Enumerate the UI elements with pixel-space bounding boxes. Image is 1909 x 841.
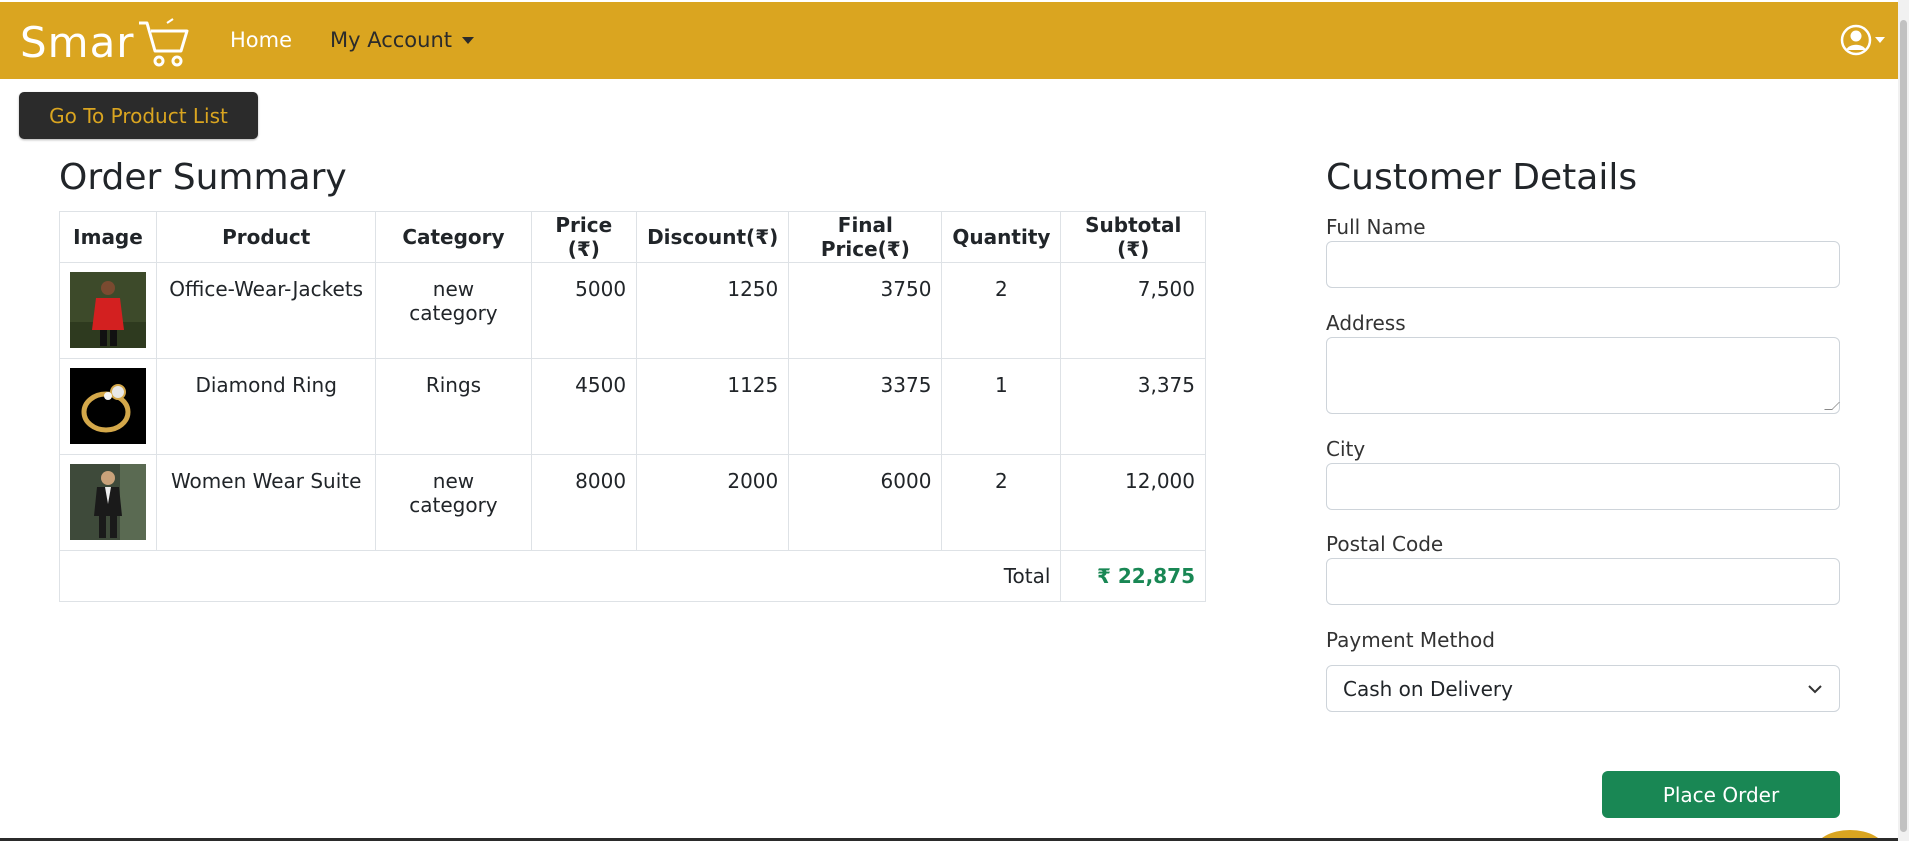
nav-my-account-dropdown[interactable]: My Account [330,28,475,52]
nav-home-link[interactable]: Home [230,28,292,52]
postal-code-input[interactable] [1326,558,1840,605]
product-image-cell [59,358,157,455]
table-header-row: Image Product Category Price (₹) Discoun… [59,211,1206,263]
chevron-down-icon [1808,684,1822,693]
table-row: Diamond Ring Rings 4500 1125 3375 1 3,37… [59,358,1206,455]
shopping-cart-icon [138,18,189,67]
resize-handle-icon[interactable] [1824,402,1840,410]
user-avatar-icon [1840,24,1872,56]
city-label: City [1326,437,1366,461]
subtotal-cell: 3,375 [1060,358,1206,455]
brand-text: Smar [20,17,135,67]
product-image-cell [59,262,157,359]
column-header-category: Category [375,211,532,263]
product-name-cell: Office-Wear-Jackets [155,262,377,359]
quantity-cell: 2 [941,262,1062,359]
category-cell: new category [375,454,532,551]
address-textarea[interactable] [1326,337,1840,414]
table-total-row: Total ₹ 22,875 [58,550,1206,602]
discount-cell: 1125 [636,358,790,455]
quantity-cell: 2 [941,454,1062,551]
price-cell: 5000 [530,262,638,359]
order-summary-title: Order Summary [59,157,347,198]
column-header-final-price: Final Price(₹) [788,211,943,263]
discount-cell: 2000 [636,454,790,551]
final-price-cell: 3375 [788,358,943,455]
address-label: Address [1326,311,1406,335]
chevron-down-icon [1875,37,1885,43]
place-order-button[interactable]: Place Order [1602,771,1840,818]
table-row: Office-Wear-Jackets new category 5000 12… [59,262,1206,359]
column-header-image: Image [59,211,157,263]
scrollbar-thumb[interactable] [1900,20,1907,832]
discount-cell: 1250 [636,262,790,359]
subtotal-cell: 7,500 [1060,262,1206,359]
top-navbar: Smar Home My Account [0,2,1898,79]
order-summary-table: Image Product Category Price (₹) Discoun… [58,211,1206,602]
column-header-product: Product [155,211,377,263]
column-header-subtotal: Subtotal (₹) [1060,211,1206,263]
city-input[interactable] [1326,463,1840,510]
payment-method-select[interactable]: Cash on Delivery [1326,665,1840,712]
quantity-cell: 1 [941,358,1062,455]
product-image-cell [59,454,157,551]
full-name-input[interactable] [1326,241,1840,288]
full-name-label: Full Name [1326,215,1426,239]
customer-details-title: Customer Details [1326,157,1638,198]
total-value: ₹ 22,875 [1060,550,1206,602]
final-price-cell: 6000 [788,454,943,551]
final-price-cell: 3750 [788,262,943,359]
page-scrollbar[interactable] [1898,0,1909,841]
table-row: Women Wear Suite new category 8000 2000 … [59,454,1206,551]
price-cell: 8000 [530,454,638,551]
user-menu-dropdown[interactable] [1840,24,1885,56]
my-account-label: My Account [330,28,453,52]
category-cell: new category [375,262,532,359]
product-name-cell: Women Wear Suite [155,454,377,551]
women-suit-photo [70,464,146,540]
column-header-quantity: Quantity [941,211,1062,263]
column-header-price: Price (₹) [530,211,638,263]
column-header-discount: Discount(₹) [636,211,790,263]
diamond-ring-photo [70,368,146,444]
postal-code-label: Postal Code [1326,532,1444,556]
go-to-product-list-button[interactable]: Go To Product List [19,92,258,139]
chevron-down-icon [462,36,475,44]
category-cell: Rings [375,358,532,455]
total-label: Total [58,550,1062,602]
red-jacket-photo [70,272,146,348]
payment-method-value: Cash on Delivery [1343,676,1513,701]
price-cell: 4500 [530,358,638,455]
subtotal-cell: 12,000 [1060,454,1206,551]
brand-logo[interactable]: Smar [20,14,189,70]
product-name-cell: Diamond Ring [155,358,377,455]
payment-method-label: Payment Method [1326,628,1495,652]
